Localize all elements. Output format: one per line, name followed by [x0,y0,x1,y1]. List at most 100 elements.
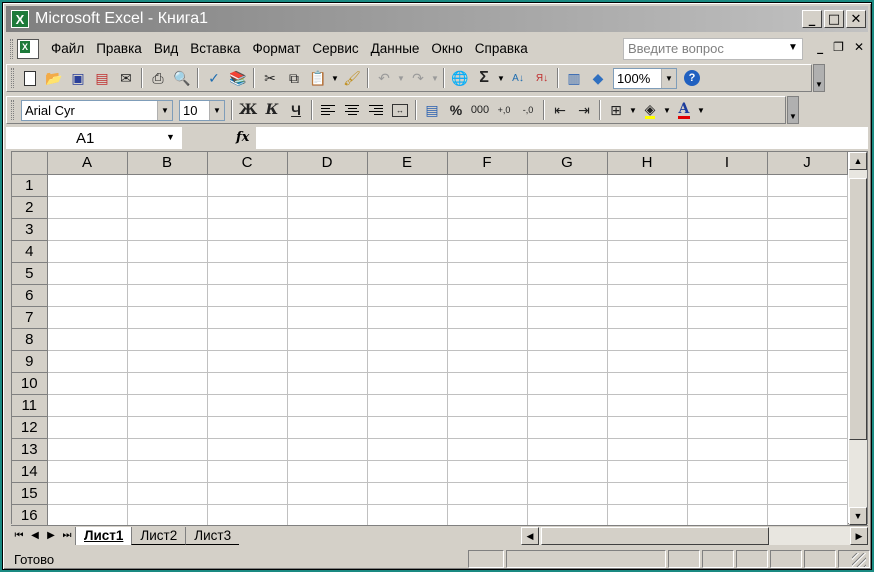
row-header[interactable]: 14 [12,460,48,483]
spelling-button[interactable]: ✓ [203,67,225,89]
cell[interactable] [687,240,768,263]
cell[interactable] [687,350,768,373]
cell[interactable] [287,218,368,241]
font-name-select[interactable]: Arial Cyr ▼ [21,99,173,121]
cell[interactable] [207,240,288,263]
cell[interactable] [527,218,608,241]
sheet-tab-3[interactable]: Лист3 [185,526,240,545]
align-left-button[interactable] [317,99,339,121]
italic-button[interactable]: К [261,99,283,121]
cell[interactable] [447,284,528,307]
cell[interactable] [767,240,848,263]
doc-minimize-icon[interactable]: _ [817,40,823,54]
cell[interactable] [47,416,128,439]
cell[interactable] [527,240,608,263]
print-button[interactable]: ⎙ [147,67,169,89]
prev-sheet-icon[interactable]: ◀ [27,527,43,545]
cell[interactable] [127,306,208,329]
vertical-scroll-thumb[interactable] [849,178,867,440]
cell[interactable] [607,350,688,373]
close-button[interactable]: ✕ [846,10,866,28]
cell[interactable] [447,460,528,483]
column-header[interactable]: C [207,152,288,175]
cell[interactable] [607,460,688,483]
cell[interactable] [767,196,848,219]
cell[interactable] [207,416,288,439]
cell[interactable] [767,218,848,241]
drawing-button[interactable]: ◆ [587,67,609,89]
cell[interactable] [447,240,528,263]
cell[interactable] [447,416,528,439]
cell[interactable] [207,460,288,483]
cell[interactable] [687,438,768,461]
cell[interactable] [687,394,768,417]
cell[interactable] [607,438,688,461]
cell[interactable] [47,284,128,307]
cell[interactable] [607,482,688,505]
cell[interactable] [47,174,128,197]
cell[interactable] [127,174,208,197]
cell[interactable] [687,460,768,483]
cell[interactable] [447,218,528,241]
cell[interactable] [607,174,688,197]
menu-edit[interactable]: Правка [90,38,148,60]
cell[interactable] [207,174,288,197]
cell[interactable] [527,306,608,329]
cell[interactable] [287,174,368,197]
cell[interactable] [607,218,688,241]
row-header[interactable]: 13 [12,438,48,461]
cell[interactable] [127,196,208,219]
column-header[interactable]: E [367,152,448,175]
currency-button[interactable]: ▤ [421,99,443,121]
cell[interactable] [47,328,128,351]
cell[interactable] [287,328,368,351]
help-button[interactable]: ? [681,67,703,89]
menu-window[interactable]: Окно [425,38,468,60]
cell[interactable] [367,372,448,395]
cell[interactable] [127,240,208,263]
cell[interactable] [687,504,768,525]
cell[interactable] [447,438,528,461]
help-dropdown-icon[interactable]: ▼ [788,42,798,53]
undo-dropdown[interactable]: ▼ [396,67,406,89]
cell[interactable] [607,306,688,329]
scroll-down-icon[interactable]: ▼ [849,507,867,525]
paste-button[interactable]: 📋 [307,67,329,89]
cell[interactable] [527,394,608,417]
name-box[interactable]: A1 [10,127,182,149]
cell[interactable] [47,306,128,329]
next-sheet-icon[interactable]: ▶ [43,527,59,545]
copy-button[interactable]: ⧉ [283,67,305,89]
redo-button[interactable]: ↷ [407,67,429,89]
cell[interactable] [767,394,848,417]
merge-center-button[interactable]: ↔ [389,99,411,121]
cell[interactable] [527,372,608,395]
cell[interactable] [207,328,288,351]
first-sheet-icon[interactable]: ⏮ [11,527,27,545]
cell[interactable] [447,328,528,351]
cell[interactable] [47,350,128,373]
row-header[interactable]: 8 [12,328,48,351]
zoom-select[interactable]: 100% ▼ [613,67,677,89]
cell[interactable] [527,438,608,461]
zoom-dropdown-icon[interactable]: ▼ [661,68,676,88]
cell[interactable] [767,306,848,329]
cell[interactable] [447,262,528,285]
cell[interactable] [287,438,368,461]
cell[interactable] [287,416,368,439]
cell[interactable] [767,372,848,395]
horizontal-scrollbar[interactable]: ◀ ▶ [521,527,868,545]
cell[interactable] [367,306,448,329]
font-size-dropdown-icon[interactable]: ▼ [209,100,224,120]
research-button[interactable]: 📚 [227,67,249,89]
cell[interactable] [687,372,768,395]
cell[interactable] [47,262,128,285]
insert-function-icon[interactable]: fx [236,130,249,145]
row-header[interactable]: 9 [12,350,48,373]
column-header[interactable]: H [607,152,688,175]
cell-grid[interactable]: A B C D E F G H I J 1 2 3 4 5 6 7 8 9 10 11 12 13 14 15 16 [12,152,850,525]
cell[interactable] [767,328,848,351]
cut-button[interactable]: ✂ [259,67,281,89]
toolbar-grip[interactable] [11,68,14,88]
cell[interactable] [287,196,368,219]
